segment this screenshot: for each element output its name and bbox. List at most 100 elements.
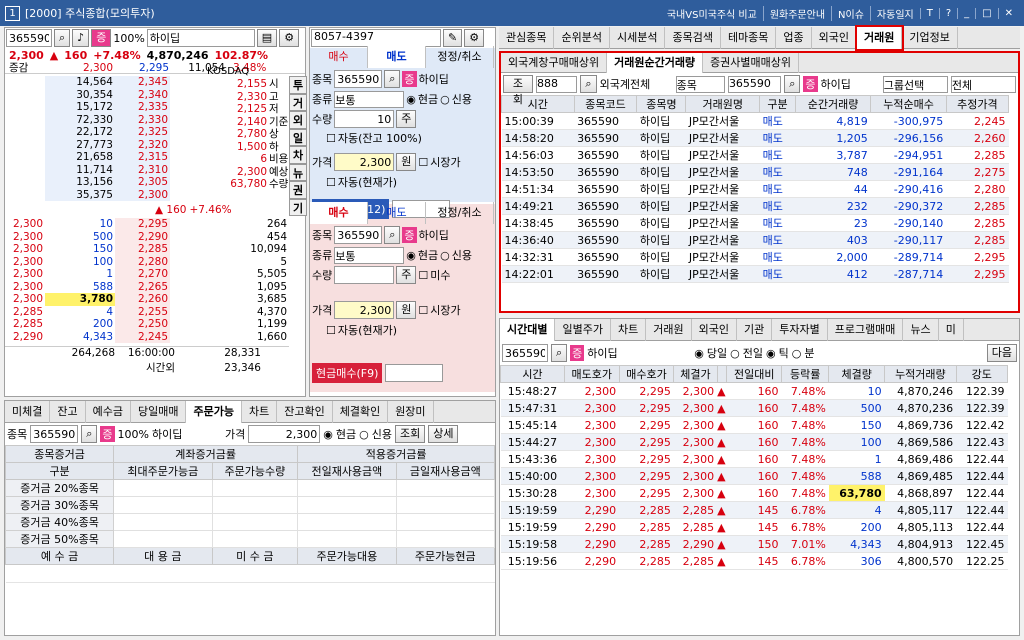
tick-tab[interactable]: 기관 [737, 319, 773, 341]
side-tab[interactable]: 외 [289, 111, 307, 129]
tick-row[interactable]: 15:19:59 2,290 2,285 2,285 ▲ 145 6.78% 4 4,805,1… [500, 501, 1008, 519]
ask-price[interactable]: 2,310 [115, 163, 170, 176]
menu-auto-journal[interactable]: 자동일지 [869, 5, 920, 21]
broker-subtab[interactable]: 외국계창구매매상위 [501, 53, 608, 73]
tick-row[interactable]: 15:19:59 2,290 2,285 2,285 ▲ 145 6.78% 200 4,805… [500, 518, 1008, 536]
menu-krw-order[interactable]: 원화주문안내 [762, 5, 831, 21]
search-icon[interactable]: ⌕ [784, 75, 801, 93]
ask-price[interactable]: 2,325 [115, 126, 170, 139]
right-tab[interactable]: 기업정보 [902, 27, 958, 49]
radio-today[interactable]: ◉ [694, 347, 704, 360]
tick-code-input[interactable] [502, 344, 548, 362]
side-tab[interactable]: 뉴 [289, 163, 307, 181]
short-checkbox[interactable]: ☐ [418, 269, 428, 282]
maximize-icon[interactable]: □ [975, 7, 997, 19]
broker-row[interactable]: 14:56:03 365590 하이딥 JP모간서울 매도 3,787 -294,951 2,… [501, 146, 1009, 164]
ask-price[interactable]: 2,340 [115, 88, 170, 101]
auto-checkbox[interactable]: ☐ [326, 132, 336, 145]
radio-prev[interactable]: ○ [730, 347, 740, 360]
tick-tab[interactable]: 외국인 [692, 319, 737, 341]
menu-t[interactable]: T [919, 7, 939, 19]
speaker-icon[interactable]: ♪ [72, 29, 90, 47]
bl-tab[interactable]: 예수금 [86, 401, 131, 423]
search-icon[interactable]: ⌕ [551, 344, 568, 362]
all-select[interactable]: 전체 [950, 75, 1016, 93]
menu-compare[interactable]: 국내VS미국주식 비교 [661, 6, 763, 21]
help-icon[interactable]: ? [938, 7, 957, 19]
broker-lookup-button[interactable]: 조회 [503, 75, 533, 106]
tick-row[interactable]: 15:45:14 2,300 2,295 2,300 ▲ 160 7.48% 150 4,869… [500, 416, 1008, 434]
right-tab[interactable]: 관심종목 [499, 27, 555, 49]
broker-subtab[interactable]: 증권사별매매상위 [703, 53, 800, 73]
stock-code-input[interactable] [6, 29, 52, 47]
radio-cash[interactable]: ◉ [323, 428, 333, 441]
ask-price[interactable]: 2,345 [115, 76, 170, 89]
minimize-icon[interactable]: _ [957, 7, 975, 19]
broker-row[interactable]: 14:36:40 365590 하이딥 JP모간서울 매도 403 -290,117 2,28… [501, 231, 1009, 249]
bl-tab[interactable]: 미체결 [5, 401, 51, 423]
tab-modify-cancel[interactable]: 정정/취소 [426, 46, 494, 68]
tick-tab[interactable]: 투자자별 [772, 319, 828, 341]
search-icon[interactable]: ⌕ [384, 70, 401, 88]
right-tab[interactable]: 시세분석 [610, 27, 666, 49]
tick-row[interactable]: 15:19:56 2,290 2,285 2,285 ▲ 145 6.78% 306 4,800… [500, 552, 1008, 570]
right-tab[interactable]: 순위분석 [554, 27, 610, 49]
bl-tab[interactable]: 차트 [242, 401, 278, 423]
buy-order-type-select[interactable]: 보통 [334, 246, 405, 264]
stock-name-field[interactable]: 하이딥 [146, 29, 255, 47]
tick-tab[interactable]: 차트 [611, 319, 647, 341]
bid-price[interactable]: 2,265 [115, 280, 170, 293]
next-button[interactable]: 다음 [986, 344, 1017, 362]
broker-row[interactable]: 14:53:50 365590 하이딥 JP모간서울 매도 748 -291,164 2,27… [501, 163, 1009, 181]
bl-tab[interactable]: 체결확인 [333, 401, 389, 423]
search-icon[interactable]: ⌕ [81, 425, 98, 443]
right-tab[interactable]: 업종 [776, 27, 812, 49]
tick-tab[interactable]: 프로그램매매 [828, 319, 904, 341]
right-tab[interactable]: 거래원 [855, 25, 905, 51]
bid-price[interactable]: 2,280 [115, 255, 170, 268]
tick-row[interactable]: 15:30:28 2,300 2,295 2,300 ▲ 160 7.48% 63,780 4,… [500, 484, 1008, 502]
buy-qty-input[interactable] [334, 266, 395, 284]
bid-price[interactable]: 2,250 [115, 318, 170, 331]
tab-buy-2[interactable]: 매수 [310, 202, 368, 224]
buy-code-input[interactable] [334, 226, 383, 244]
broker-row[interactable]: 14:32:31 365590 하이딥 JP모간서울 매도 2,000 -289,714 2,… [501, 248, 1009, 266]
bl-tab[interactable]: 주문가능 [186, 401, 242, 423]
tick-row[interactable]: 15:44:27 2,300 2,295 2,300 ▲ 160 7.48% 100 4,869… [500, 433, 1008, 451]
broker-stock-code[interactable]: 365590 [727, 75, 782, 93]
bl-price-input[interactable] [248, 425, 321, 443]
tick-tab[interactable]: 미 [939, 319, 964, 341]
bid-price[interactable]: 2,245 [115, 330, 170, 343]
menu-issue[interactable]: N이슈 [831, 5, 870, 21]
ask-price[interactable]: 2,305 [115, 176, 170, 189]
won-button[interactable]: 원 [396, 153, 417, 171]
bid-price[interactable]: 2,255 [115, 305, 170, 318]
ask-price[interactable]: 2,320 [115, 138, 170, 151]
side-tab[interactable]: 기 [289, 198, 307, 216]
broker-row[interactable]: 15:00:39 365590 하이딥 JP모간서울 매도 4,819 -300,975 2,… [501, 112, 1009, 130]
radio-cash[interactable]: ◉ [406, 93, 416, 106]
ask-price[interactable]: 2,335 [115, 101, 170, 114]
tick-tab[interactable]: 시간대별 [500, 319, 556, 341]
bl-tab[interactable]: 잔고확인 [277, 401, 333, 423]
market-price-checkbox[interactable]: ☐ [418, 156, 428, 169]
tick-row[interactable]: 15:43:36 2,300 2,295 2,300 ▲ 160 7.48% 1 4,869,4… [500, 450, 1008, 468]
unit-button[interactable]: 주 [396, 110, 417, 128]
buy-won-button[interactable]: 원 [396, 301, 417, 319]
radio-minute[interactable]: ○ [792, 347, 802, 360]
bl-lookup-button[interactable]: 조회 [394, 425, 426, 443]
tick-tab[interactable]: 거래원 [646, 319, 692, 341]
bid-price[interactable]: 2,290 [115, 230, 170, 243]
close-icon[interactable]: ✕ [997, 7, 1019, 19]
radio-credit[interactable]: ○ [440, 93, 450, 106]
sell-price-input[interactable] [334, 153, 395, 171]
ask-price[interactable]: 2,315 [115, 151, 170, 164]
account-select[interactable]: 8057-4397 [311, 29, 441, 47]
bid-price[interactable]: 2,285 [115, 243, 170, 256]
radio-cash[interactable]: ◉ [406, 249, 416, 262]
tick-tab[interactable]: 뉴스 [903, 319, 939, 341]
broker-row[interactable]: 14:38:45 365590 하이딥 JP모간서울 매도 23 -290,140 2,285 [501, 214, 1009, 232]
broker-row[interactable]: 14:22:01 365590 하이딥 JP모간서울 매도 412 -287,714 2,29… [501, 265, 1009, 283]
gear-icon[interactable]: ⚙ [464, 29, 485, 47]
sell-code-input[interactable] [334, 70, 383, 88]
